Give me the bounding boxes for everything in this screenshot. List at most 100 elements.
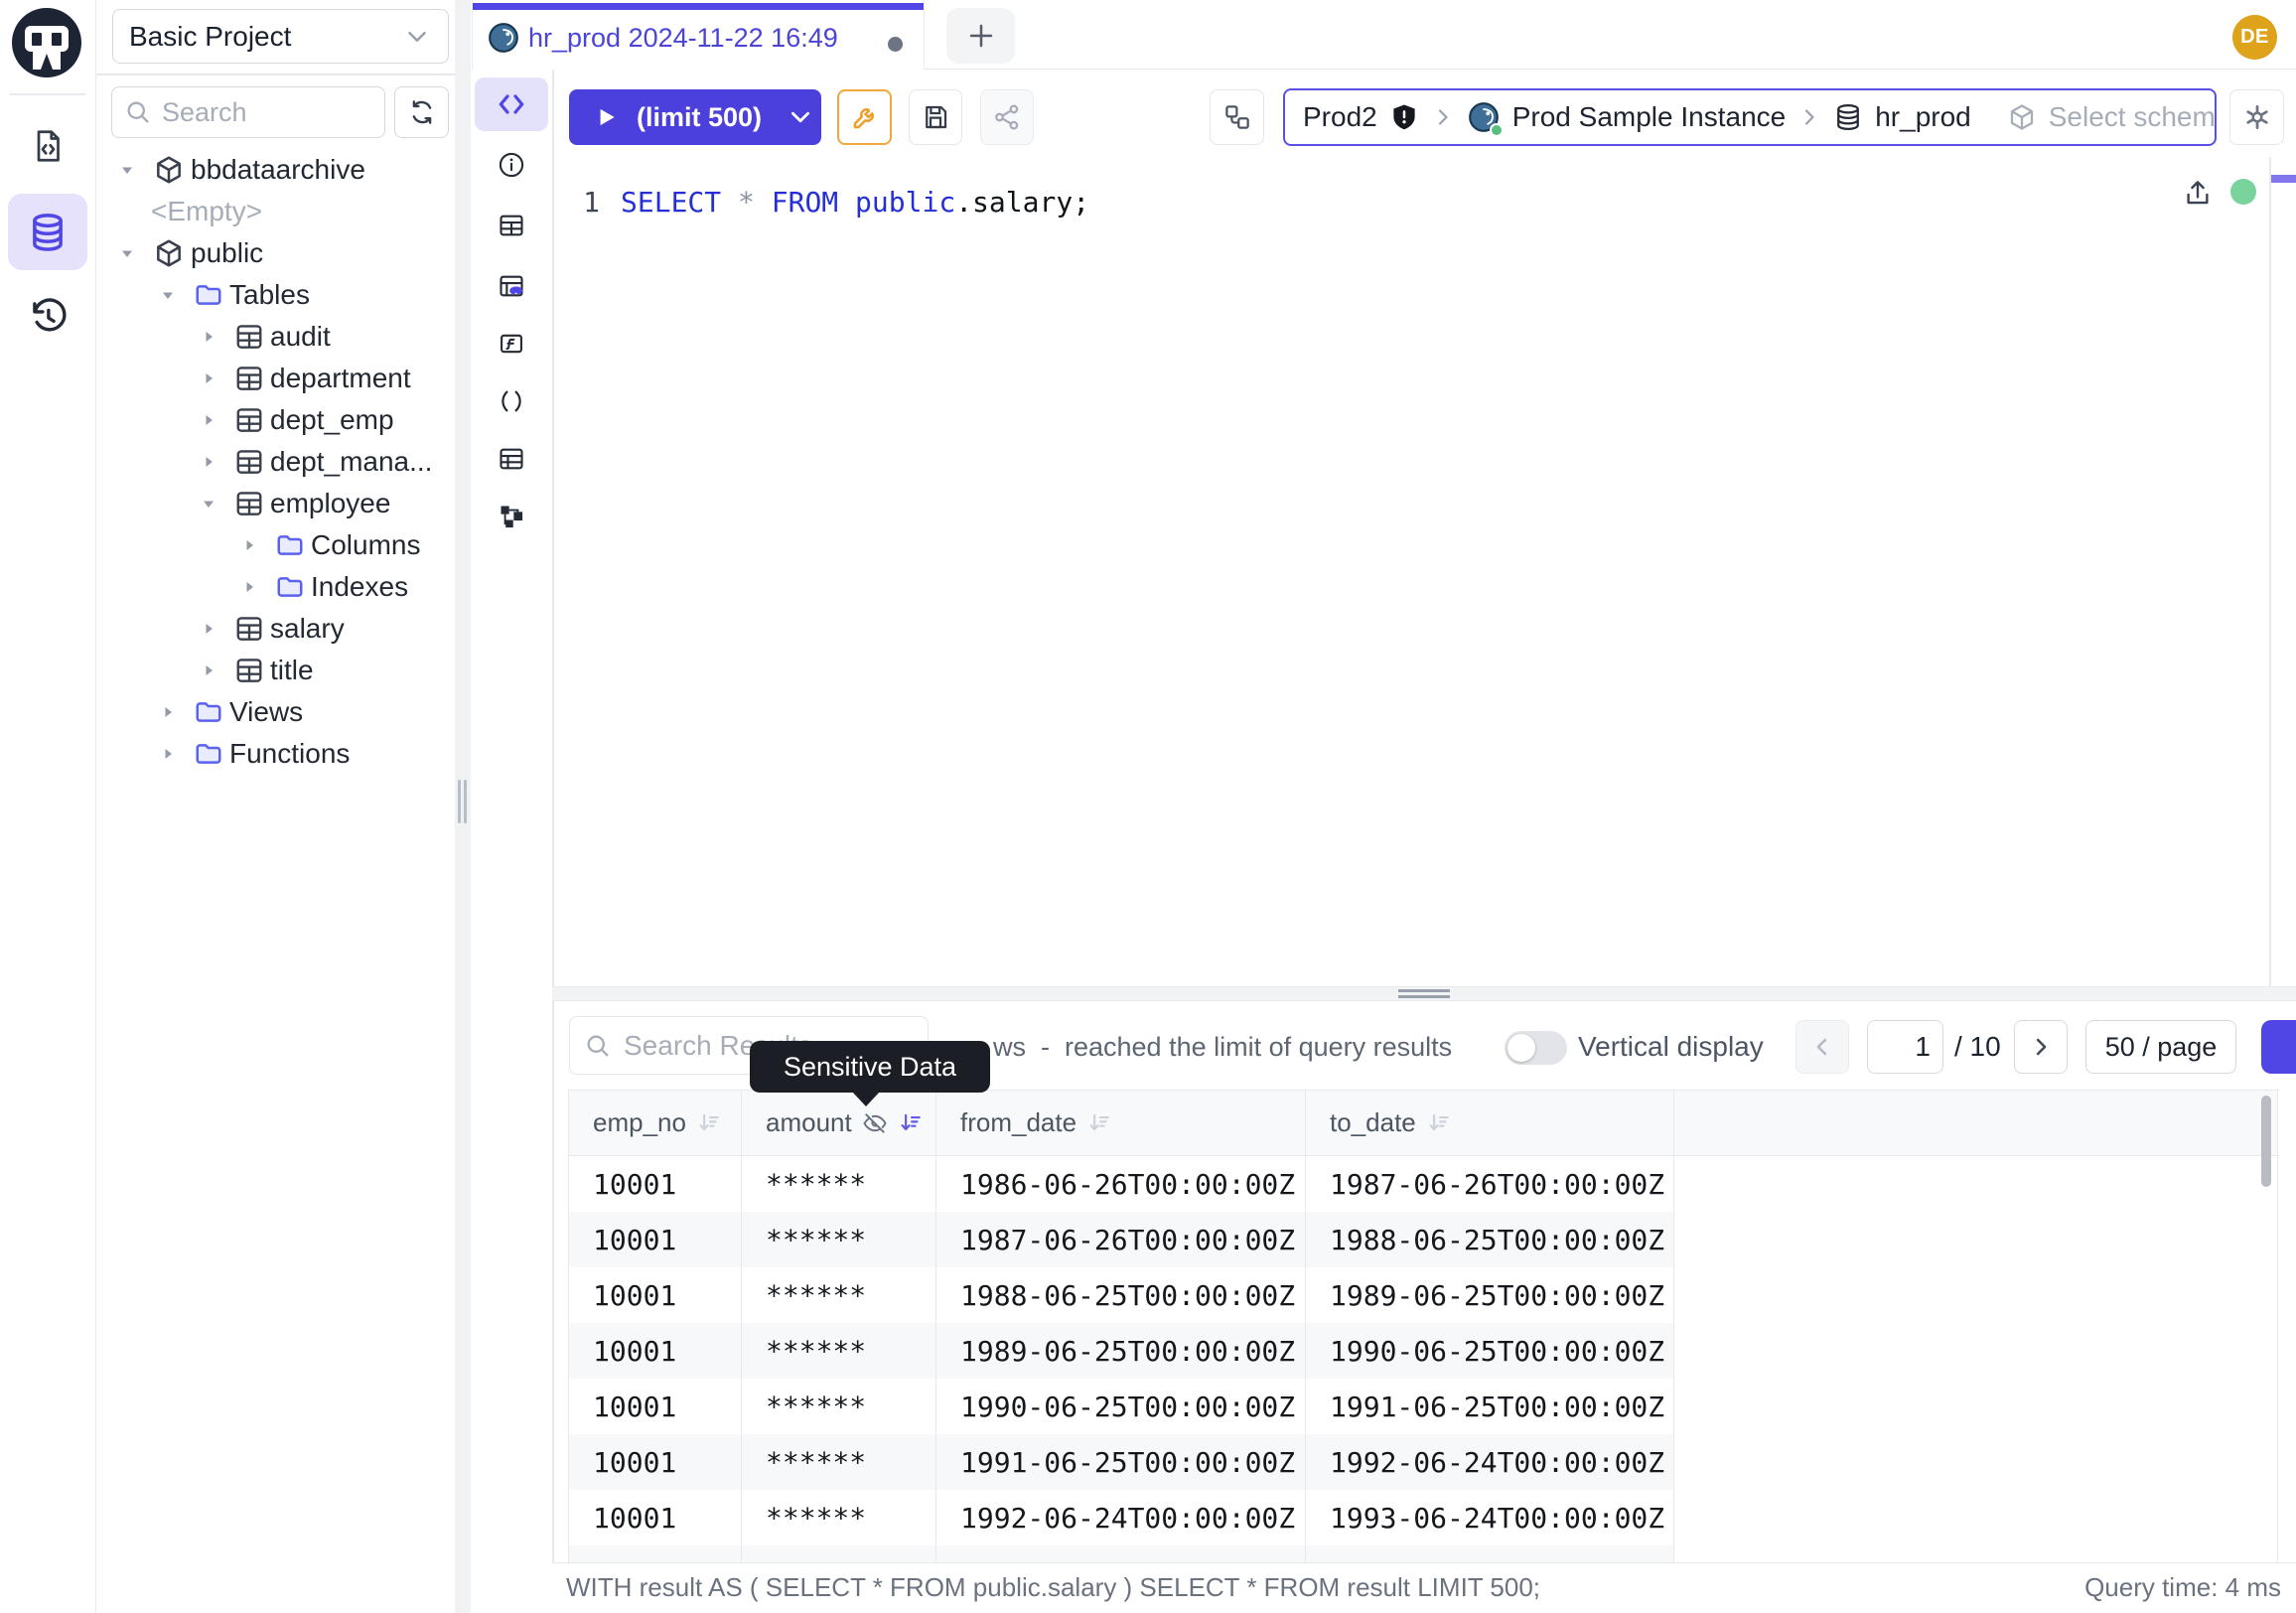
table-cell[interactable] xyxy=(1674,1212,2278,1267)
table-cell[interactable] xyxy=(1674,1434,2278,1490)
rail-item-databases[interactable] xyxy=(8,194,87,270)
table-cell[interactable] xyxy=(1674,1490,2278,1545)
table-cell[interactable] xyxy=(1674,1545,2278,1562)
table-cell[interactable]: ****** xyxy=(742,1434,936,1490)
chevron-right-icon[interactable] xyxy=(199,327,220,347)
vertical-display-toggle[interactable] xyxy=(1505,1031,1567,1065)
project-select[interactable]: Basic Project xyxy=(112,9,449,64)
connection-button[interactable] xyxy=(1210,89,1264,145)
table-cell[interactable]: 10001 xyxy=(569,1490,742,1545)
table-cell[interactable]: ****** xyxy=(742,1267,936,1323)
table-cell[interactable]: 1989-06-25T00:00:00Z xyxy=(1306,1267,1674,1323)
table-cell[interactable]: 1993-06-24T00:00:00Z xyxy=(936,1545,1306,1562)
tree-item--empty-[interactable]: <Empty> xyxy=(96,191,455,232)
tree-item-functions[interactable]: Functions xyxy=(96,733,455,775)
side-panel-button[interactable] xyxy=(2261,1020,2296,1074)
tree-item-dept-emp[interactable]: dept_emp xyxy=(96,399,455,441)
chevron-down-icon[interactable] xyxy=(199,494,220,513)
table-cell[interactable]: 10001 xyxy=(569,1545,742,1562)
rail-item-history[interactable] xyxy=(27,296,69,338)
schema-select[interactable]: Select schema xyxy=(1989,90,2217,144)
table-cell[interactable]: 1989-06-25T00:00:00Z xyxy=(936,1323,1306,1379)
tree-item-title[interactable]: title xyxy=(96,650,455,691)
table-cell[interactable] xyxy=(1674,1323,2278,1379)
column-header-empty[interactable] xyxy=(1674,1091,2278,1155)
chevron-right-icon[interactable] xyxy=(158,702,180,722)
table-cell[interactable]: ****** xyxy=(742,1156,936,1212)
tab-active[interactable]: hr_prod 2024-11-22 16:49 xyxy=(472,0,925,70)
page-input[interactable]: 1 xyxy=(1867,1020,1943,1074)
sidebar-resize-handle[interactable] xyxy=(455,0,471,1613)
format-button[interactable] xyxy=(837,89,892,145)
table-row[interactable]: 10001******1992-06-24T00:00:00Z1993-06-2… xyxy=(569,1490,2279,1545)
share-button[interactable] xyxy=(980,89,1034,145)
table-cell[interactable] xyxy=(1674,1156,2278,1212)
refresh-button[interactable] xyxy=(394,86,449,138)
prev-page-button[interactable] xyxy=(1795,1020,1849,1074)
editor-minimap-slider[interactable] xyxy=(2271,175,2296,183)
connection-breadcrumb[interactable]: Prod2 Prod Sample Instance hr_prod Selec… xyxy=(1283,88,2217,146)
table-cell[interactable]: 1988-06-25T00:00:00Z xyxy=(1306,1212,1674,1267)
strip-item-sql-editor[interactable] xyxy=(475,77,548,131)
column-header-emp_no[interactable]: emp_no xyxy=(569,1091,742,1155)
strip-item-function[interactable] xyxy=(498,330,525,358)
tree-item-department[interactable]: department xyxy=(96,358,455,399)
table-row[interactable]: 10001******1993-06-24T00:00:00Z1994-06-2… xyxy=(569,1545,2279,1562)
upload-icon[interactable] xyxy=(2183,178,2213,208)
sidebar-search-input[interactable]: Search xyxy=(111,86,385,138)
table-cell[interactable]: 1991-06-25T00:00:00Z xyxy=(1306,1379,1674,1434)
sort-icon[interactable] xyxy=(898,1110,924,1136)
page-size-select[interactable]: 50 / page xyxy=(2085,1020,2236,1074)
chevron-right-icon[interactable] xyxy=(199,660,220,680)
panel-splitter[interactable] xyxy=(552,986,2296,1001)
save-button[interactable] xyxy=(909,89,962,145)
strip-item-table-search[interactable] xyxy=(498,272,525,300)
avatar[interactable]: DE xyxy=(2232,15,2277,60)
run-button[interactable]: (limit 500) xyxy=(569,89,821,145)
ai-assistant-button[interactable] xyxy=(2229,89,2284,145)
chevron-right-icon[interactable] xyxy=(199,410,220,430)
app-logo[interactable] xyxy=(12,8,81,77)
strip-item-info[interactable] xyxy=(498,151,525,179)
table-cell[interactable]: 10001 xyxy=(569,1156,742,1212)
table-cell[interactable]: ****** xyxy=(742,1323,936,1379)
tree-item-columns[interactable]: Columns xyxy=(96,524,455,566)
tree-item-tables[interactable]: Tables xyxy=(96,274,455,316)
tree-item-indexes[interactable]: Indexes xyxy=(96,566,455,608)
rail-item-worksheets[interactable] xyxy=(30,126,66,166)
table-row[interactable]: 10001******1988-06-25T00:00:00Z1989-06-2… xyxy=(569,1267,2279,1323)
chevron-right-icon[interactable] xyxy=(239,577,261,597)
tree-item-salary[interactable]: salary xyxy=(96,608,455,650)
column-header-from_date[interactable]: from_date xyxy=(936,1091,1306,1155)
table-cell[interactable]: ****** xyxy=(742,1545,936,1562)
column-header-to_date[interactable]: to_date xyxy=(1306,1091,1674,1155)
tree-item-employee[interactable]: employee xyxy=(96,483,455,524)
chevron-right-icon[interactable] xyxy=(199,368,220,388)
table-cell[interactable]: 1986-06-26T00:00:00Z xyxy=(936,1156,1306,1212)
chevron-right-icon[interactable] xyxy=(199,619,220,639)
table-cell[interactable]: 10001 xyxy=(569,1323,742,1379)
table-cell[interactable]: 1987-06-26T00:00:00Z xyxy=(936,1212,1306,1267)
table-cell[interactable]: 10001 xyxy=(569,1434,742,1490)
results-scrollbar[interactable] xyxy=(2261,1096,2271,1187)
table-cell[interactable]: 1990-06-25T00:00:00Z xyxy=(936,1379,1306,1434)
table-cell[interactable]: 1994-06-24T00:00:00Z xyxy=(1306,1545,1674,1562)
chevron-right-icon[interactable] xyxy=(199,452,220,472)
table-row[interactable]: 10001******1990-06-25T00:00:00Z1991-06-2… xyxy=(569,1379,2279,1434)
tree-item-dept-mana-[interactable]: dept_mana... xyxy=(96,441,455,483)
chevron-right-icon[interactable] xyxy=(239,535,261,555)
table-row[interactable]: 10001******1986-06-26T00:00:00Z1987-06-2… xyxy=(569,1156,2279,1212)
table-cell[interactable]: ****** xyxy=(742,1379,936,1434)
table-cell[interactable]: ****** xyxy=(742,1490,936,1545)
strip-item-external-table[interactable] xyxy=(498,445,525,473)
tree-item-public[interactable]: public xyxy=(96,232,455,274)
table-cell[interactable]: 1991-06-25T00:00:00Z xyxy=(936,1434,1306,1490)
strip-item-procedure[interactable] xyxy=(498,387,525,415)
table-cell[interactable] xyxy=(1674,1379,2278,1434)
chevron-down-icon[interactable] xyxy=(117,243,139,263)
tree-item-views[interactable]: Views xyxy=(96,691,455,733)
table-row[interactable]: 10001******1987-06-26T00:00:00Z1988-06-2… xyxy=(569,1212,2279,1267)
sort-icon[interactable] xyxy=(696,1110,722,1136)
table-cell[interactable]: 1992-06-24T00:00:00Z xyxy=(936,1490,1306,1545)
table-cell[interactable]: 1990-06-25T00:00:00Z xyxy=(1306,1323,1674,1379)
